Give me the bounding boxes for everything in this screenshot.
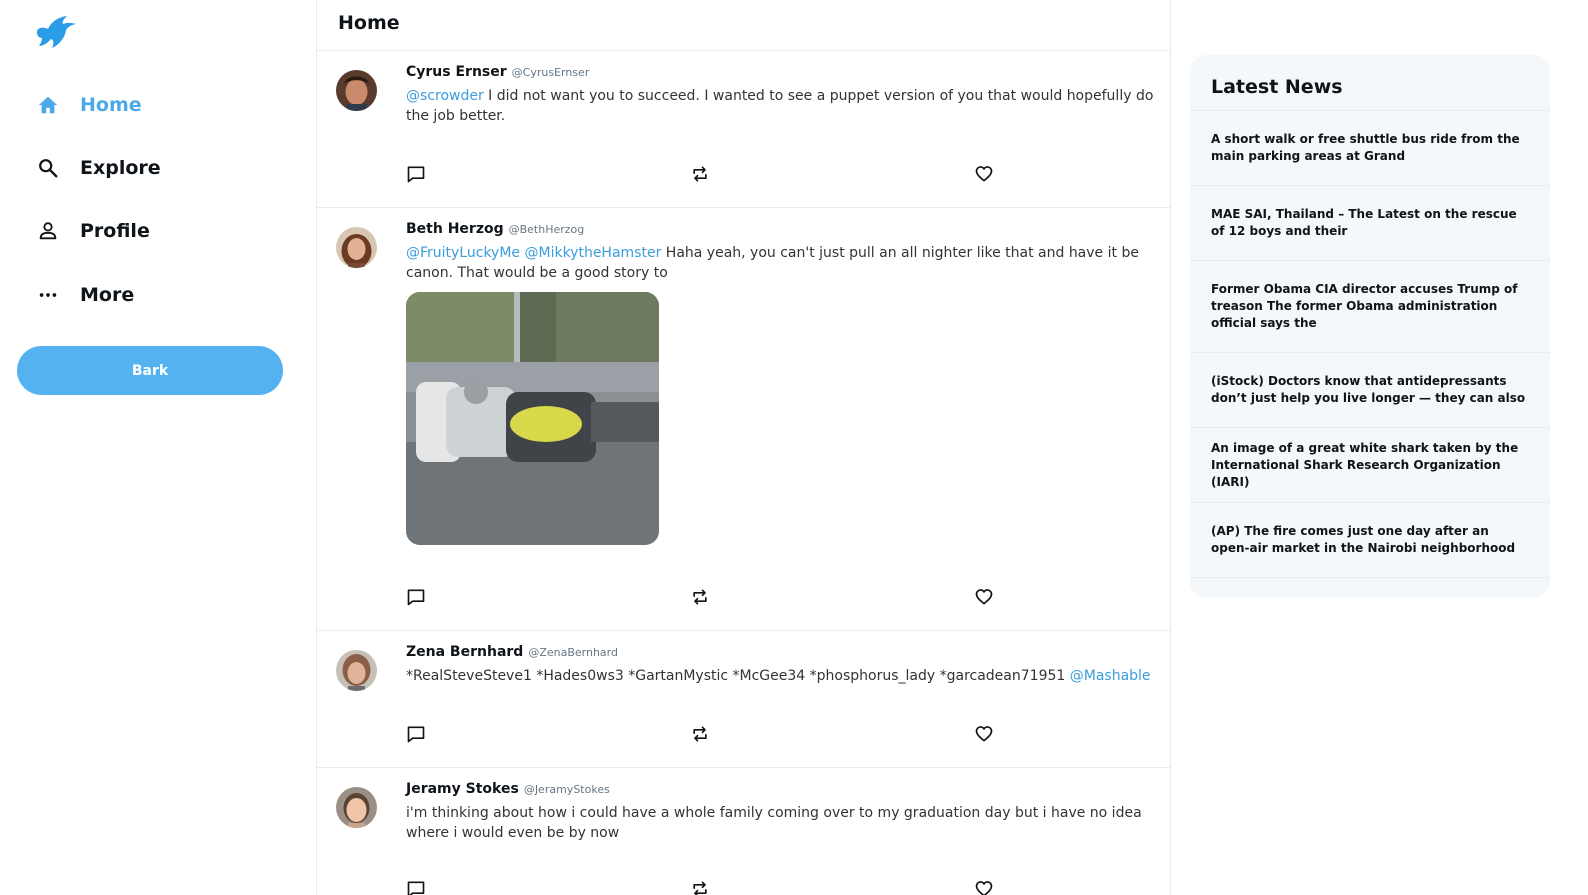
heart-icon[interactable] — [974, 879, 994, 895]
tweet[interactable]: Beth Herzog @BethHerzog @FruityLuckyMe @… — [317, 208, 1170, 631]
home-icon — [36, 93, 60, 117]
sidebar-item-explore[interactable]: Explore — [36, 148, 161, 188]
retweet-icon[interactable] — [690, 724, 710, 744]
search-icon — [36, 156, 60, 180]
tweet-text: @FruityLuckyMe @MikkytheHamster Haha yea… — [406, 243, 1156, 283]
avatar[interactable] — [336, 787, 377, 828]
sidebar-item-label: Profile — [80, 220, 150, 242]
tweet-body: Beth Herzog @BethHerzog @FruityLuckyMe @… — [406, 221, 1156, 545]
tweet-body: Cyrus Ernser @CyrusErnser @scrowder I di… — [406, 64, 1156, 126]
tweet-image[interactable] — [406, 292, 659, 545]
tweet-text-content: i'm thinking about how i could have a wh… — [406, 805, 1142, 841]
reply-icon[interactable] — [406, 587, 426, 607]
reply-icon[interactable] — [406, 879, 426, 895]
retweet-icon[interactable] — [690, 587, 710, 607]
mention-link[interactable]: @scrowder — [406, 88, 484, 104]
news-title: Latest News — [1190, 55, 1550, 111]
retweet-icon[interactable] — [690, 164, 710, 184]
sidebar-item-home[interactable]: Home — [36, 85, 142, 125]
sidebar: Home Explore Profile More Bark — [0, 0, 316, 895]
avatar[interactable] — [336, 227, 377, 268]
tweet-text: *RealSteveSteve1 *Hades0ws3 *GartanMysti… — [406, 666, 1156, 686]
sidebar-item-label: More — [80, 284, 135, 306]
tweet-author-handle[interactable]: @ZenaBernhard — [528, 646, 618, 659]
mention-link[interactable]: @FruityLuckyMe @MikkytheHamster — [406, 245, 661, 261]
news-item[interactable]: An image of a great white shark taken by… — [1190, 428, 1550, 503]
sidebar-item-label: Home — [80, 94, 142, 116]
tweet-text: i'm thinking about how i could have a wh… — [406, 803, 1156, 843]
bird-logo-icon[interactable] — [34, 12, 78, 52]
tweet[interactable]: Zena Bernhard @ZenaBernhard *RealSteveSt… — [317, 631, 1170, 768]
sidebar-item-more[interactable]: More — [36, 275, 134, 315]
tweet[interactable]: Cyrus Ernser @CyrusErnser @scrowder I di… — [317, 51, 1170, 208]
sidebar-item-profile[interactable]: Profile — [36, 211, 150, 251]
page-title: Home — [338, 12, 400, 34]
feed-header: Home — [317, 0, 1170, 51]
heart-icon[interactable] — [974, 164, 994, 184]
news-item[interactable]: A short walk or free shuttle bus ride fr… — [1190, 111, 1550, 186]
avatar[interactable] — [336, 650, 377, 691]
tweet-author-name[interactable]: Beth Herzog — [406, 221, 504, 237]
tweet-author-name[interactable]: Zena Bernhard — [406, 644, 523, 660]
heart-icon[interactable] — [974, 724, 994, 744]
more-dots-icon — [36, 283, 60, 307]
main-feed: Home Cyrus Ernser @CyrusErnser @scrowder… — [316, 0, 1171, 895]
news-item[interactable]: (AP) The fire comes just one day after a… — [1190, 503, 1550, 578]
mention-link[interactable]: @Mashable — [1070, 668, 1151, 684]
avatar[interactable] — [336, 70, 377, 111]
latest-news-panel: Latest News A short walk or free shuttle… — [1190, 55, 1550, 598]
sidebar-item-label: Explore — [80, 157, 161, 179]
news-item[interactable]: Former Obama CIA director accuses Trump … — [1190, 261, 1550, 353]
tweet-author-handle[interactable]: @JeramyStokes — [524, 783, 610, 796]
tweet-text-content: I did not want you to succeed. I wanted … — [406, 88, 1154, 124]
tweet-body: Zena Bernhard @ZenaBernhard *RealSteveSt… — [406, 644, 1156, 686]
news-item[interactable]: (iStock) Doctors know that antidepressan… — [1190, 353, 1550, 428]
tweet-body: Jeramy Stokes @JeramyStokes i'm thinking… — [406, 781, 1156, 843]
tweet-author-name[interactable]: Jeramy Stokes — [406, 781, 519, 797]
tweet-text: @scrowder I did not want you to succeed.… — [406, 86, 1156, 126]
heart-icon[interactable] — [974, 587, 994, 607]
reply-icon[interactable] — [406, 164, 426, 184]
bark-button[interactable]: Bark — [17, 346, 283, 395]
tweet-author-handle[interactable]: @CyrusErnser — [512, 66, 590, 79]
tweet[interactable]: Jeramy Stokes @JeramyStokes i'm thinking… — [317, 768, 1170, 895]
news-item[interactable]: MAE SAI, Thailand – The Latest on the re… — [1190, 186, 1550, 261]
retweet-icon[interactable] — [690, 879, 710, 895]
tweet-author-name[interactable]: Cyrus Ernser — [406, 64, 507, 80]
tweet-text-content: *RealSteveSteve1 *Hades0ws3 *GartanMysti… — [406, 668, 1070, 684]
tweet-author-handle[interactable]: @BethHerzog — [509, 223, 585, 236]
reply-icon[interactable] — [406, 724, 426, 744]
user-icon — [36, 219, 60, 243]
